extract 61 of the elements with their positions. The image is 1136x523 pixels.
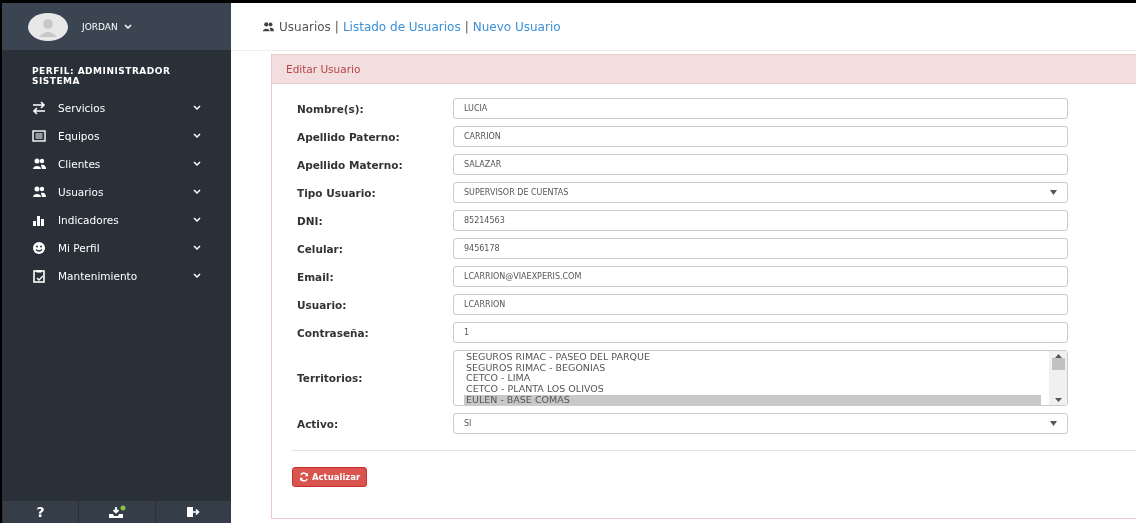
dropdown[interactable]: SUPERVISOR DE CUENTAS xyxy=(453,182,1068,203)
text-field[interactable]: LCARRION@VIAEXPERIS.COM xyxy=(453,266,1068,287)
field-label: Contraseña: xyxy=(297,326,370,339)
profile-label: PERFIL: ADMINISTRADOR SISTEMA xyxy=(31,65,172,88)
scrollbar-thumb[interactable] xyxy=(1051,358,1065,370)
field-label: Email: xyxy=(297,270,335,283)
breadcrumb-separator: | xyxy=(464,19,469,34)
text-field[interactable]: 9456178 xyxy=(453,238,1068,259)
caret-icon xyxy=(1050,190,1057,195)
text-field[interactable]: LCARRION xyxy=(453,294,1068,315)
users-icon xyxy=(32,185,46,199)
avatar-icon[interactable] xyxy=(28,12,68,41)
users-icon xyxy=(261,20,275,33)
list-icon xyxy=(32,129,46,143)
scroll-down-icon[interactable] xyxy=(1054,398,1062,402)
clipboard-icon xyxy=(32,269,46,283)
sidebar-item[interactable]: Mantenimiento xyxy=(2,262,231,290)
field-label: Nombre(s): xyxy=(297,102,365,115)
sidebar-item[interactable]: Usuarios xyxy=(2,178,231,206)
logout-icon[interactable] xyxy=(186,506,201,518)
list-option[interactable]: SEGUROS RIMAC - BEGONIAS xyxy=(464,362,1041,374)
field-label: Apellido Paterno: xyxy=(297,130,401,143)
field-label: DNI: xyxy=(297,214,324,227)
field-label: Usuario: xyxy=(297,298,348,311)
breadcrumb-separator: | xyxy=(334,19,339,34)
text-field[interactable]: 85214563 xyxy=(453,210,1068,231)
refresh-icon xyxy=(299,472,309,482)
bar-chart-icon xyxy=(32,213,46,227)
field-label: Celular: xyxy=(297,242,344,255)
user-menu[interactable]: JORDAN xyxy=(82,21,132,32)
sidebar-item[interactable]: Servicios xyxy=(2,94,231,122)
list-option[interactable]: SEGUROS RIMAC - PASEO DEL PARQUE xyxy=(464,352,1041,363)
help-button[interactable]: ? xyxy=(36,504,45,520)
text-field[interactable]: CARRION xyxy=(453,126,1068,147)
list-option[interactable]: EULEN - BASE COMAS xyxy=(464,394,1041,405)
breadcrumb-link[interactable]: Nuevo Usuario xyxy=(472,19,561,34)
field-label: Territorios: xyxy=(297,372,364,384)
field-label: Tipo Usuario: xyxy=(297,186,377,199)
field-label: Activo: xyxy=(297,417,340,430)
download-icon[interactable] xyxy=(107,505,127,519)
update-button[interactable]: Actualizar xyxy=(292,467,368,487)
smiley-icon xyxy=(32,241,46,255)
sidebar-item[interactable]: Mi Perfil xyxy=(2,234,231,262)
scrollbar[interactable] xyxy=(1049,351,1067,405)
sidebar-item[interactable]: Clientes xyxy=(2,150,231,178)
text-field[interactable]: 1 xyxy=(453,322,1068,343)
sidebar-item[interactable]: Indicadores xyxy=(2,206,231,234)
breadcrumb-current: Usuarios xyxy=(279,19,331,34)
sidebar-item[interactable]: Equipos xyxy=(2,122,231,150)
breadcrumb-link[interactable]: Listado de Usuarios xyxy=(342,19,461,34)
list-option[interactable]: CETCO - PLANTA LOS OLIVOS xyxy=(464,384,1041,395)
chevron-down-icon xyxy=(123,23,132,30)
list-option[interactable]: CETCO - LIMA xyxy=(464,373,1041,385)
users-icon xyxy=(32,157,46,171)
text-field[interactable]: LUCIA xyxy=(453,98,1068,119)
caret-icon xyxy=(1050,421,1057,426)
text-field[interactable]: SALAZAR xyxy=(453,154,1068,175)
field-label: Apellido Materno: xyxy=(297,158,404,171)
panel-title: Editar Usuario xyxy=(272,55,1136,84)
arrows-icon xyxy=(32,101,46,115)
dropdown[interactable]: SI xyxy=(453,413,1068,434)
